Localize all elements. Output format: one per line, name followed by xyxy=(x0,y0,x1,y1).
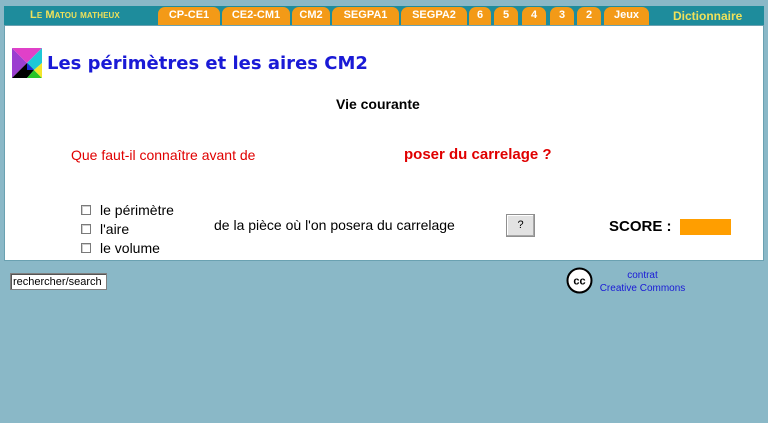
tab-cp-ce1[interactable]: CP-CE1 xyxy=(158,7,220,25)
page-subtitle: Vie courante xyxy=(336,96,420,112)
license-line-1: contrat xyxy=(627,270,658,281)
option-volume[interactable]: le volume xyxy=(81,238,174,257)
option-label: l'aire xyxy=(100,220,130,237)
score-label: SCORE : xyxy=(609,218,672,235)
exercise-panel: Les périmètres et les aires CM2 Vie cour… xyxy=(4,25,764,261)
option-perimetre[interactable]: le périmètre xyxy=(81,200,174,219)
tab-jeux[interactable]: Jeux xyxy=(604,7,649,25)
tab-2[interactable]: 2 xyxy=(577,7,601,25)
checkbox-volume[interactable] xyxy=(81,242,91,253)
option-label: le périmètre xyxy=(100,201,174,218)
help-button[interactable]: ? xyxy=(506,214,535,237)
tab-cm2[interactable]: CM2 xyxy=(292,7,330,25)
option-aire[interactable]: l'aire xyxy=(81,219,174,238)
tab-3[interactable]: 3 xyxy=(550,7,574,25)
tab-segpa2[interactable]: SEGPA2 xyxy=(401,7,467,25)
checkbox-aire[interactable] xyxy=(81,223,91,234)
question-text: Que faut-il connaître avant de xyxy=(71,147,256,163)
tab-ce2-cm1[interactable]: CE2-CM1 xyxy=(222,7,290,25)
tab-6[interactable]: 6 xyxy=(469,7,491,25)
score-display xyxy=(680,219,731,235)
dictionary-link[interactable]: Dictionnaire xyxy=(673,9,742,23)
sentence-text: de la pièce où l'on posera du carrelage xyxy=(214,217,455,233)
license-line-2: Creative Commons xyxy=(599,283,686,294)
tab-5[interactable]: 5 xyxy=(494,7,518,25)
answer-options: le périmètre l'aire le volume xyxy=(81,200,174,257)
license-link[interactable]: contrat Creative Commons xyxy=(597,269,688,295)
question-emphasis: poser du carrelage ? xyxy=(404,146,552,163)
top-nav-bar: Le Matou matheux CP-CE1 CE2-CM1 CM2 SEGP… xyxy=(4,6,764,25)
tab-segpa1[interactable]: SEGPA1 xyxy=(332,7,399,25)
tangram-logo-icon xyxy=(12,48,42,78)
svg-text:cc: cc xyxy=(573,276,585,288)
checkbox-perimetre[interactable] xyxy=(81,204,91,215)
tab-4[interactable]: 4 xyxy=(522,7,546,25)
page-title: Les périmètres et les aires CM2 xyxy=(47,53,368,74)
site-brand-link[interactable]: Le Matou matheux xyxy=(30,9,120,21)
creative-commons-icon[interactable]: cc xyxy=(566,267,593,294)
search-input[interactable] xyxy=(10,273,107,290)
option-label: le volume xyxy=(100,239,160,256)
